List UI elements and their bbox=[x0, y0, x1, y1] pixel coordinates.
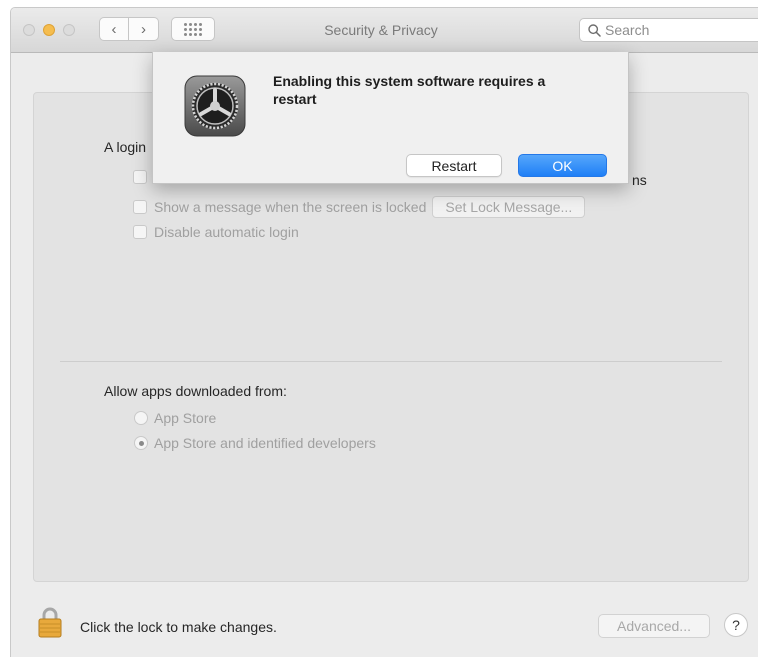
help-button[interactable]: ? bbox=[724, 613, 748, 637]
disable-auto-login-row: Disable automatic login bbox=[133, 224, 299, 240]
lock-icon[interactable] bbox=[37, 606, 63, 638]
disable-auto-login-checkbox[interactable] bbox=[133, 225, 147, 239]
hidden-row-suffix: ns bbox=[632, 172, 647, 188]
title-bar: ‹ › Security & Privacy Search bbox=[11, 8, 758, 53]
hidden-login-row bbox=[133, 170, 154, 184]
search-icon bbox=[588, 23, 601, 37]
dialog-message: Enabling this system software requires a… bbox=[273, 73, 546, 107]
restart-dialog: Enabling this system software requires a… bbox=[152, 52, 629, 184]
search-field[interactable]: Search bbox=[579, 18, 758, 42]
lock-message: Click the lock to make changes. bbox=[80, 619, 277, 635]
advanced-button[interactable]: Advanced... bbox=[598, 614, 710, 638]
ok-button[interactable]: OK bbox=[518, 154, 607, 177]
radio-app-store[interactable]: App Store bbox=[134, 410, 216, 426]
radio-button[interactable] bbox=[134, 411, 148, 425]
section-divider bbox=[60, 361, 722, 362]
radio-button-selected[interactable] bbox=[134, 436, 148, 450]
radio-app-store-identified[interactable]: App Store and identified developers bbox=[134, 435, 376, 451]
restart-button[interactable]: Restart bbox=[406, 154, 502, 177]
disable-auto-login-label: Disable automatic login bbox=[154, 224, 299, 240]
allow-apps-heading: Allow apps downloaded from: bbox=[104, 383, 287, 399]
login-section-heading: A login bbox=[104, 139, 147, 155]
system-preferences-gear-icon bbox=[184, 75, 246, 137]
radio-label: App Store and identified developers bbox=[154, 435, 376, 451]
show-message-label: Show a message when the screen is locked bbox=[154, 199, 427, 215]
radio-dot bbox=[138, 440, 144, 446]
radio-label: App Store bbox=[154, 410, 217, 426]
set-lock-message-button[interactable]: Set Lock Message... bbox=[432, 196, 586, 218]
hidden-checkbox[interactable] bbox=[133, 170, 147, 184]
show-message-checkbox[interactable] bbox=[133, 200, 147, 214]
search-placeholder: Search bbox=[605, 22, 650, 38]
show-message-row: Show a message when the screen is locked… bbox=[133, 196, 586, 218]
